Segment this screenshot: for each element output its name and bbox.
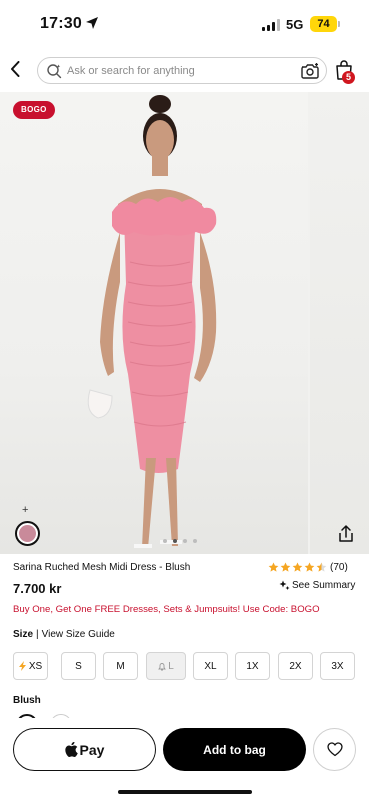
- star-half-icon: [316, 562, 327, 572]
- size-label-xl: XL: [204, 660, 217, 672]
- product-photo[interactable]: [0, 92, 308, 554]
- pagination-dot[interactable]: [163, 539, 167, 543]
- size-label-2x: 2X: [289, 660, 302, 672]
- size-option-3x[interactable]: 3X: [320, 652, 355, 680]
- bell-icon: [158, 662, 167, 670]
- size-label-3x: 3X: [331, 660, 344, 672]
- battery-cap: [338, 21, 340, 27]
- location-arrow-icon: [86, 17, 98, 29]
- size-option-l[interactable]: L: [146, 652, 186, 680]
- network-label: 5G: [286, 17, 304, 32]
- next-image-preview[interactable]: [310, 92, 369, 554]
- status-bar: 17:30 5G 74: [0, 0, 369, 48]
- apple-logo-icon: [64, 742, 78, 757]
- size-label-xs: XS: [28, 660, 43, 672]
- product-title: Sarina Ruched Mesh Midi Dress - Blush: [13, 562, 191, 573]
- back-button[interactable]: [6, 59, 24, 79]
- search-placeholder: Ask or search for anything: [67, 65, 195, 77]
- heart-icon: [326, 742, 343, 757]
- size-label-l: L: [168, 660, 174, 672]
- status-time: 17:30: [40, 15, 82, 32]
- size-label-m: M: [116, 660, 125, 672]
- promo-message: Buy One, Get One FREE Dresses, Sets & Ju…: [13, 604, 320, 615]
- bottom-action-bar: Pay Add to bag: [0, 718, 369, 800]
- star-full-icon: [292, 562, 303, 572]
- see-summary-link[interactable]: See Summary: [279, 580, 355, 591]
- wishlist-button[interactable]: [313, 728, 356, 771]
- pagination-dot[interactable]: [183, 539, 187, 543]
- product-price: 7.700 kr: [13, 581, 62, 596]
- color-swatch-fill: [19, 525, 36, 542]
- bogo-badge: BOGO: [13, 101, 55, 119]
- camera-search-icon[interactable]: [300, 62, 320, 80]
- size-options: XS S M L XL 1X 2X 3X: [13, 652, 358, 680]
- model-photo: [87, 95, 217, 548]
- star-full-icon: [304, 562, 315, 572]
- product-rating[interactable]: (70): [268, 562, 348, 573]
- sparkle-icon: [279, 580, 290, 590]
- apple-pay-button[interactable]: Pay: [13, 728, 156, 771]
- add-to-bag-button[interactable]: Add to bag: [163, 728, 306, 771]
- lightning-icon: [18, 661, 26, 671]
- size-option-1x[interactable]: 1X: [235, 652, 270, 680]
- share-icon: [339, 525, 353, 542]
- product-image-gallery[interactable]: [0, 92, 369, 554]
- size-option-2x[interactable]: 2X: [278, 652, 313, 680]
- cart-count-badge: 5: [342, 71, 355, 84]
- size-label: Size: [13, 629, 34, 640]
- see-summary-label: See Summary: [292, 580, 356, 591]
- size-divider: |: [36, 629, 39, 640]
- pagination-dot[interactable]: [193, 539, 197, 543]
- size-label-s: S: [75, 660, 82, 672]
- star-full-icon: [280, 562, 291, 572]
- size-header: Size | View Size Guide: [13, 629, 115, 640]
- battery-icon: 74: [310, 16, 337, 32]
- view-size-guide-link[interactable]: View Size Guide: [42, 629, 115, 640]
- more-colors-plus[interactable]: +: [22, 504, 28, 516]
- apple-pay-label: Pay: [79, 741, 105, 758]
- size-option-xl[interactable]: XL: [193, 652, 228, 680]
- ai-search-icon: [47, 64, 62, 79]
- rating-count: (70): [330, 562, 348, 573]
- color-label: Blush: [13, 695, 41, 706]
- signal-icon: [262, 19, 280, 31]
- image-pagination-dots[interactable]: [163, 539, 197, 543]
- share-button[interactable]: [336, 524, 356, 544]
- size-option-s[interactable]: S: [61, 652, 96, 680]
- size-option-xs[interactable]: XS: [13, 652, 48, 680]
- home-indicator: [118, 790, 252, 794]
- chevron-left-icon: [11, 61, 20, 77]
- size-option-m[interactable]: M: [103, 652, 138, 680]
- star-full-icon: [268, 562, 279, 572]
- pagination-dot-active[interactable]: [173, 539, 177, 543]
- size-label-1x: 1X: [246, 660, 259, 672]
- color-swatch-button[interactable]: [15, 521, 40, 546]
- search-input[interactable]: Ask or search for anything: [37, 57, 327, 84]
